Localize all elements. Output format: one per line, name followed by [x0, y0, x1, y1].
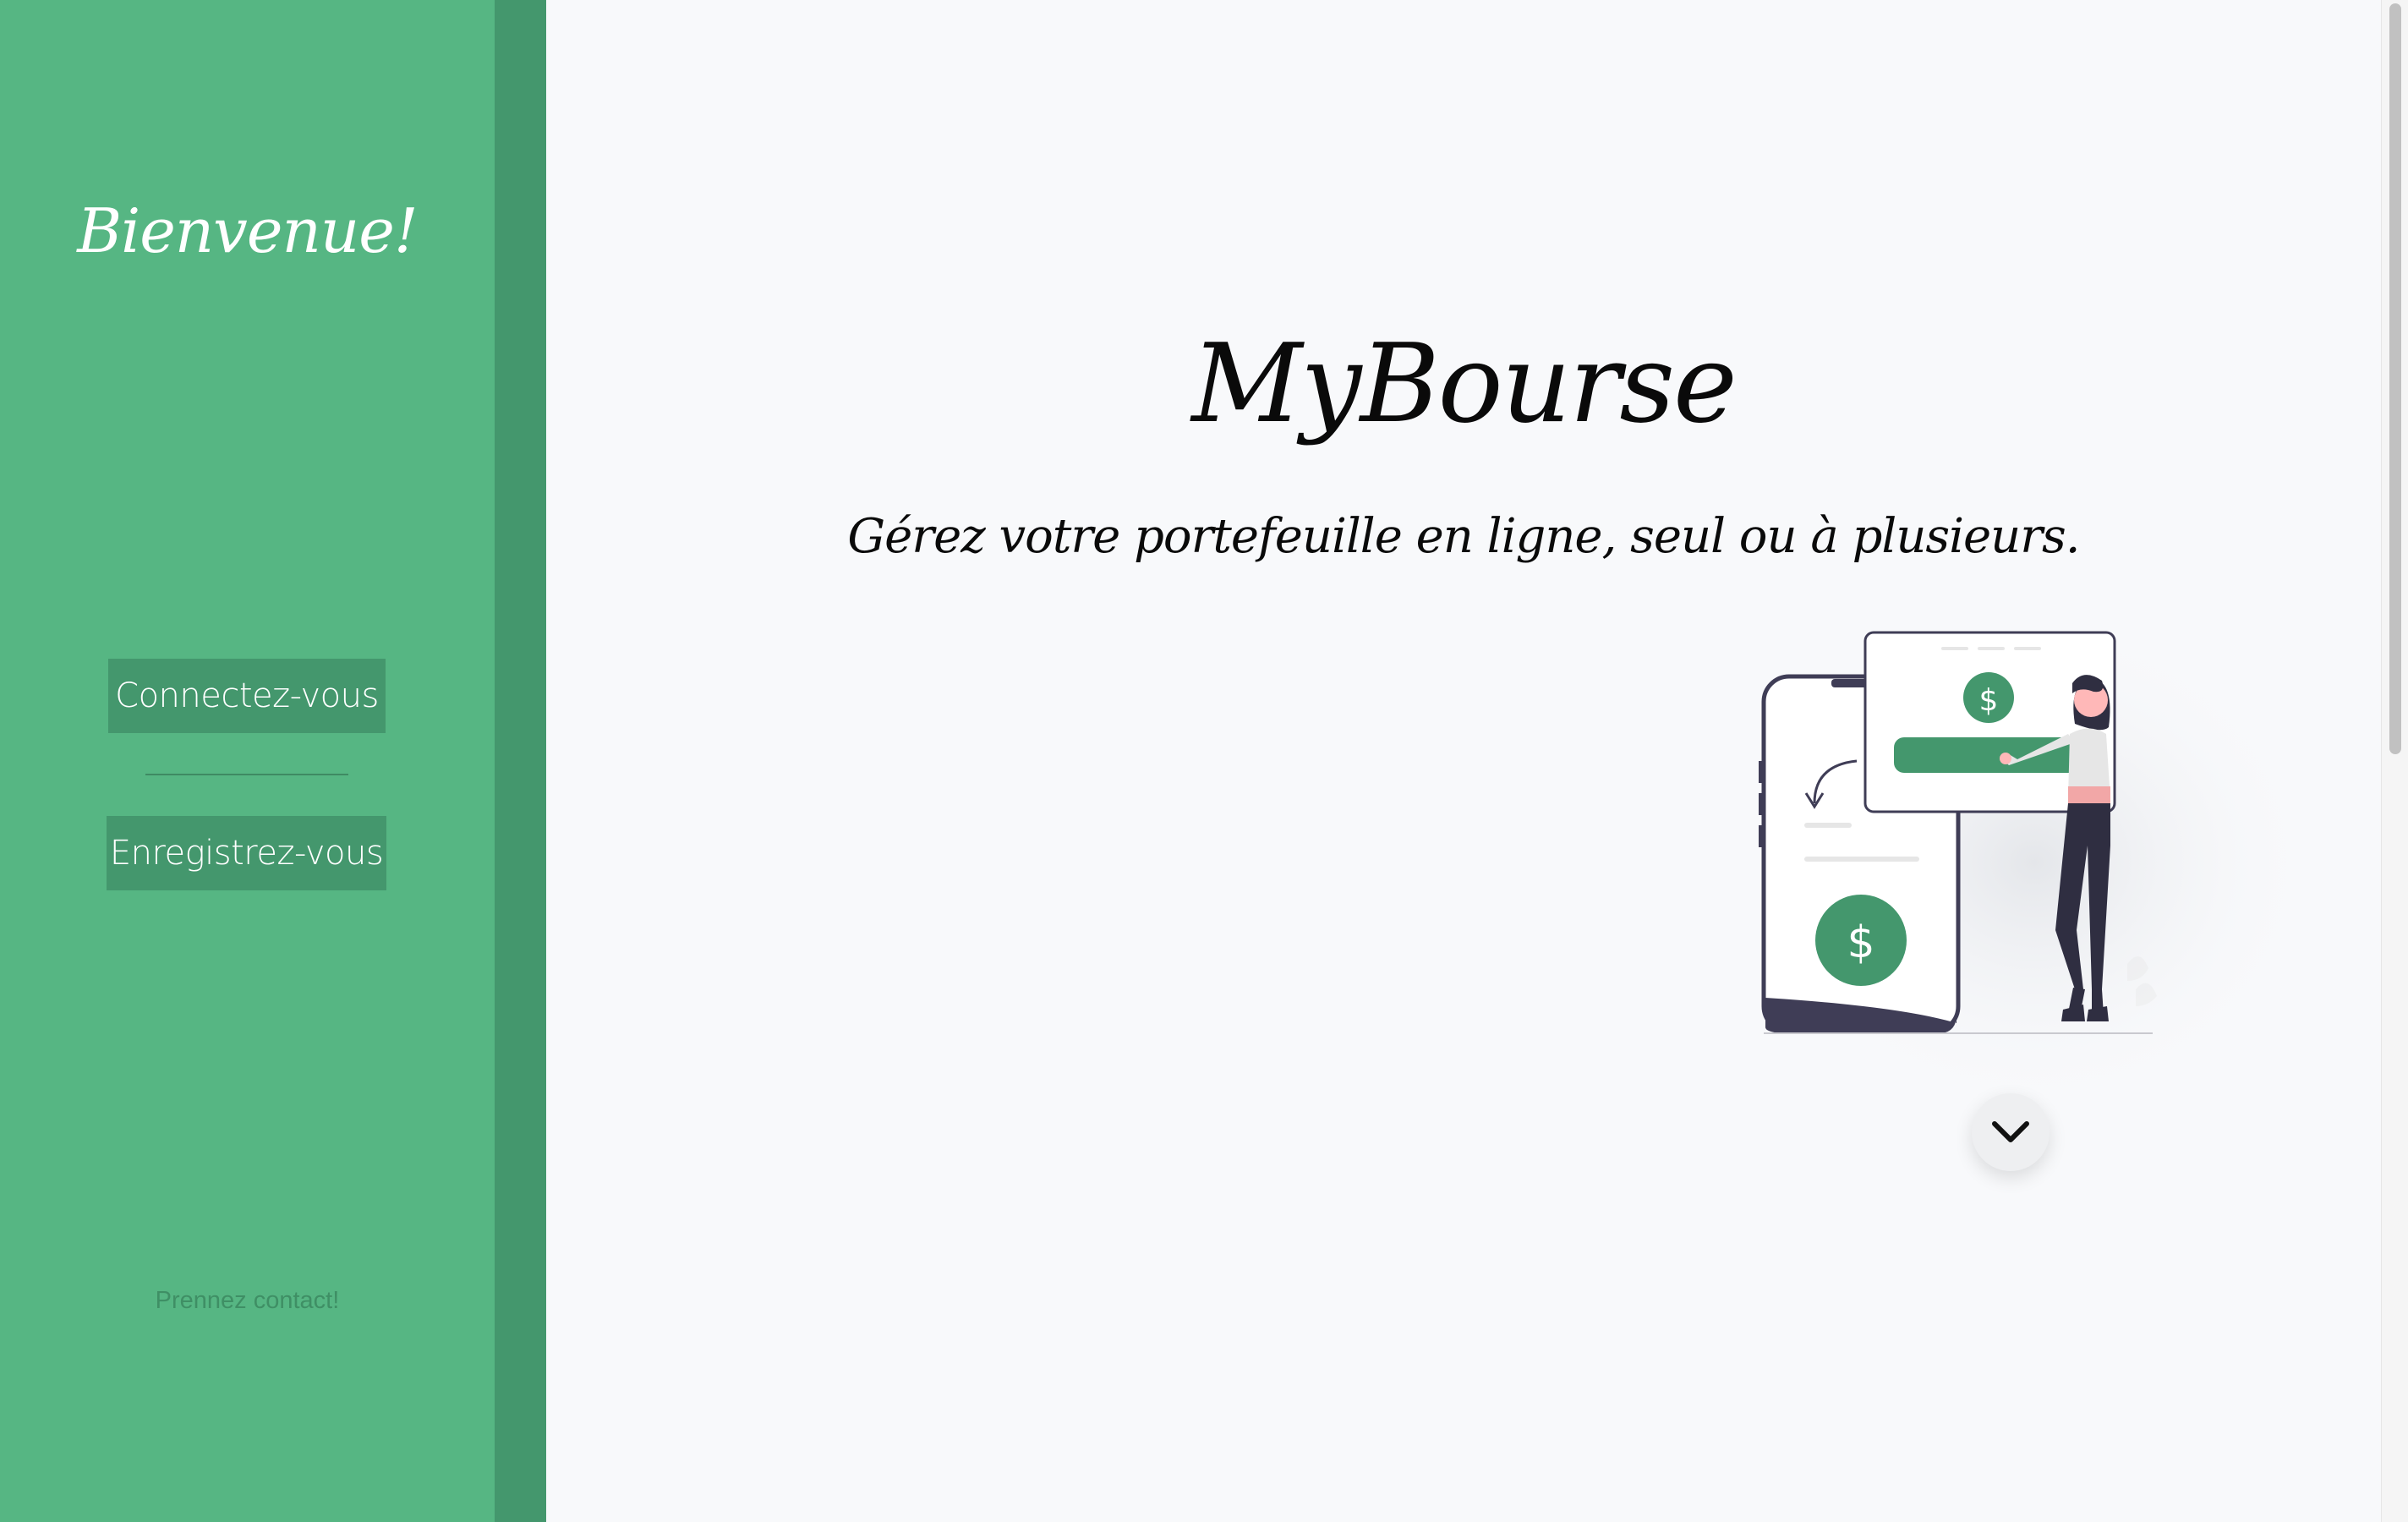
welcome-heading: Bienvenue!: [77, 195, 419, 266]
tagline: Gérez votre portefeuille en ligne, seul …: [847, 509, 2080, 564]
sidebar-divider: [145, 774, 348, 775]
svg-text:$: $: [1847, 917, 1874, 968]
scrollbar[interactable]: [2381, 0, 2408, 1522]
sidebar: Bienvenue! Connectez-vous Enregistrez-vo…: [0, 0, 495, 1522]
contact-link[interactable]: Prennez contact!: [0, 1287, 495, 1315]
chevron-down-icon: [1992, 1121, 2029, 1142]
scroll-down-button[interactable]: [1972, 1093, 2050, 1171]
page: Bienvenue! Connectez-vous Enregistrez-vo…: [0, 0, 2408, 1522]
login-button[interactable]: Connectez-vous: [108, 659, 386, 733]
register-button[interactable]: Enregistrez-vous: [107, 816, 386, 890]
svg-text:$: $: [1979, 683, 1999, 718]
scrollbar-thumb[interactable]: [2389, 3, 2401, 754]
main-content: MyBourse Gérez votre portefeuille en lig…: [546, 0, 2381, 1522]
sidebar-edge: [495, 0, 546, 1522]
page-title: MyBourse: [1191, 321, 1738, 447]
mobile-payment-illustration: $ $: [1747, 609, 2322, 1116]
